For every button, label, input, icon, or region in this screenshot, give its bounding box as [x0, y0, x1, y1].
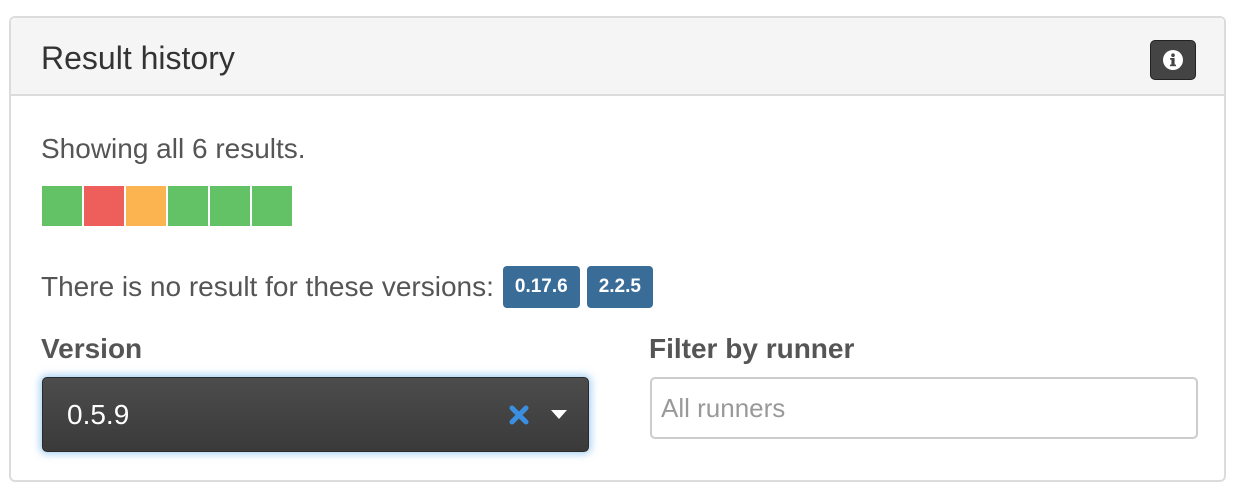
runner-filter-input[interactable]	[650, 377, 1198, 439]
result-cell-fail[interactable]	[84, 186, 124, 226]
result-cell-pass[interactable]	[210, 186, 250, 226]
result-cell-pass[interactable]	[252, 186, 292, 226]
result-status-bar	[42, 186, 294, 226]
result-cell-pass[interactable]	[42, 186, 82, 226]
runner-filter-label: Filter by runner	[649, 333, 855, 364]
info-circle-icon	[1163, 50, 1183, 70]
result-cell-warning[interactable]	[126, 186, 166, 226]
result-cell-pass[interactable]	[168, 186, 208, 226]
results-summary: Showing all 6 results.	[41, 133, 306, 164]
panel-title: Result history	[41, 40, 235, 76]
result-history-panel: Result history Showing all 6 results. Th…	[9, 16, 1226, 482]
missing-versions-text: There is no result for these versions:	[41, 271, 494, 302]
clear-x-icon[interactable]	[508, 404, 530, 426]
version-label: Version	[41, 333, 143, 364]
missing-versions: There is no result for these versions: 0…	[41, 266, 660, 308]
panel-heading: Result history	[11, 18, 1224, 96]
info-button[interactable]	[1150, 40, 1196, 80]
chevron-down-icon[interactable]	[551, 410, 567, 419]
version-select-value: 0.5.9	[67, 399, 130, 430]
version-select[interactable]: 0.5.9	[42, 377, 589, 452]
missing-version-tag[interactable]: 0.17.6	[502, 266, 580, 308]
missing-version-tag[interactable]: 2.2.5	[586, 266, 653, 308]
